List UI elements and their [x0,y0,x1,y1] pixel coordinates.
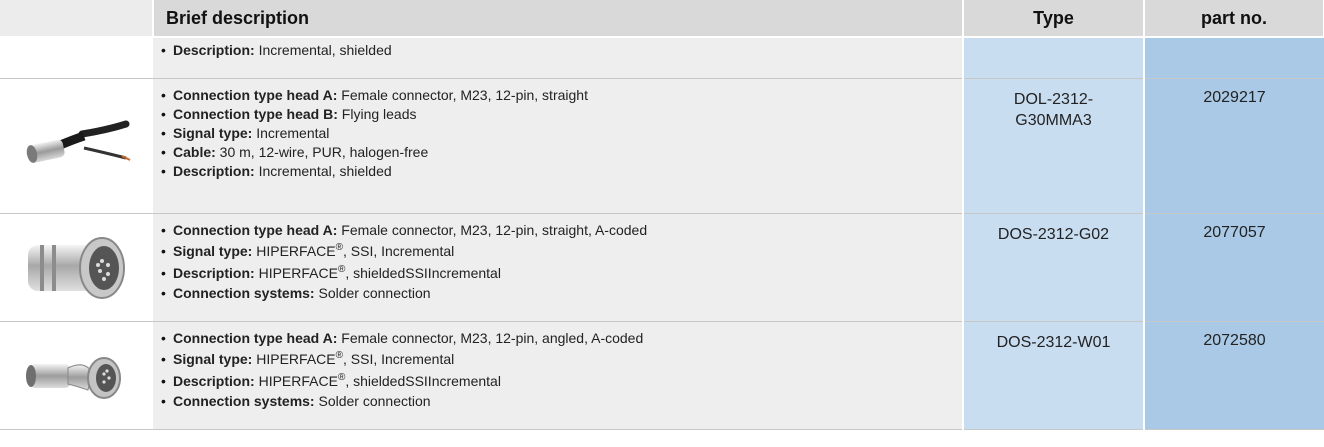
product-image-cell [0,213,153,322]
registered-mark: ® [335,350,343,361]
feature-value: , shieldedSSIIncremental [345,265,501,281]
part-number-cell: 2029217 [1144,78,1324,214]
description-cell: Connection type head A: Female connector… [153,213,964,322]
product-table: Brief description Type part no. Descript… [0,0,1324,430]
list-item: Cable: 30 m, 12-wire, PUR, halogen-free [159,143,962,162]
feature-label: Connection systems: [173,393,315,409]
feature-label: Connection type head A: [173,87,338,103]
type-cell: DOS-2312-G02 [963,213,1145,322]
feature-value: Incremental, shielded [254,163,392,179]
product-image-cell [0,78,153,214]
type-cell: DOS-2312-W01 [963,321,1145,430]
feature-value: Incremental [252,125,330,141]
type-cell [963,37,1145,79]
description-cell: Description: Incremental, shielded [153,37,964,79]
feature-label: Description: [173,373,255,389]
table-row: Connection type head A: Female connector… [0,213,1324,322]
list-item: Connection type head A: Female connector… [159,86,962,105]
list-item: Description: HIPERFACE®, shieldedSSIIncr… [159,370,962,392]
type-cell: DOL-2312- G30MMA3 [963,78,1145,214]
table-row: Description: Incremental, shielded [0,37,1324,79]
description-cell: Connection type head A: Female connector… [153,321,964,430]
feature-list: Connection type head A: Female connector… [159,322,962,417]
feature-value: , SSI, Incremental [342,243,455,259]
feature-value: , shieldedSSIIncremental [345,373,501,389]
feature-value: Female connector, M23, 12-pin, straight [337,87,588,103]
feature-label: Cable: [173,144,216,160]
feature-label: Signal type: [173,351,253,367]
straight-female-connector-photo [27,236,125,299]
type-column-header: Type [963,0,1145,38]
part-number-cell: 2077057 [1144,213,1324,322]
list-item: Connection type head A: Female connector… [159,329,962,348]
list-item: Description: HIPERFACE®, shieldedSSIIncr… [159,262,962,284]
product-image-cell [0,37,153,79]
registered-mark: ® [335,242,343,253]
table-row: Connection type head A: Female connector… [0,321,1324,430]
feature-value: HIPERFACE [254,265,338,281]
list-item: Connection systems: Solder connection [159,284,962,303]
feature-value: 30 m, 12-wire, PUR, halogen-free [215,144,429,160]
table-header-row: Brief description Type part no. [0,0,1324,38]
feature-value: HIPERFACE [254,373,338,389]
feature-value: Flying leads [337,106,417,122]
feature-label: Signal type: [173,125,253,141]
part-number-cell: 2072580 [1144,321,1324,430]
image-column-header [0,0,154,38]
feature-value: HIPERFACE [252,243,336,259]
feature-label: Connection type head A: [173,330,338,346]
feature-value: Incremental, shielded [254,42,392,58]
feature-value: Female connector, M23, 12-pin, angled, A… [337,330,644,346]
type-code-line: G30MMA3 [1015,112,1092,129]
description-column-header: Brief description [153,0,964,38]
feature-label: Connection type head A: [173,222,338,238]
list-item: Signal type: Incremental [159,124,962,143]
feature-value: Solder connection [314,393,431,409]
type-code-line: DOL-2312- [1013,91,1094,108]
product-table-page: Brief description Type part no. Descript… [0,0,1324,447]
feature-label: Description: [173,42,255,58]
feature-list: Connection type head A: Female connector… [159,79,962,187]
cable-with-straight-connector-photo [26,120,130,163]
feature-value: Female connector, M23, 12-pin, straight,… [337,222,648,238]
feature-label: Connection type head B: [173,106,338,122]
list-item: Description: Incremental, shielded [159,162,962,181]
description-cell: Connection type head A: Female connector… [153,78,964,214]
part-number-column-header: part no. [1144,0,1324,38]
feature-list: Description: Incremental, shielded [159,38,962,60]
list-item: Connection type head A: Female connector… [159,221,962,240]
list-item: Connection systems: Solder connection [159,392,962,411]
feature-value: , SSI, Incremental [342,351,455,367]
feature-label: Description: [173,163,255,179]
feature-label: Connection systems: [173,285,315,301]
feature-list: Connection type head A: Female connector… [159,214,962,309]
part-number-cell [1144,37,1324,79]
list-item: Signal type: HIPERFACE®, SSI, Incrementa… [159,348,962,370]
table-row: Connection type head A: Female connector… [0,78,1324,214]
list-item: Description: Incremental, shielded [159,41,962,60]
list-item: Signal type: HIPERFACE®, SSI, Incrementa… [159,240,962,262]
list-item: Connection type head B: Flying leads [159,105,962,124]
feature-value: Solder connection [314,285,431,301]
angled-female-connector-photo [25,356,121,399]
product-image-cell [0,321,153,430]
feature-label: Signal type: [173,243,253,259]
feature-label: Description: [173,265,255,281]
feature-value: HIPERFACE [252,351,336,367]
